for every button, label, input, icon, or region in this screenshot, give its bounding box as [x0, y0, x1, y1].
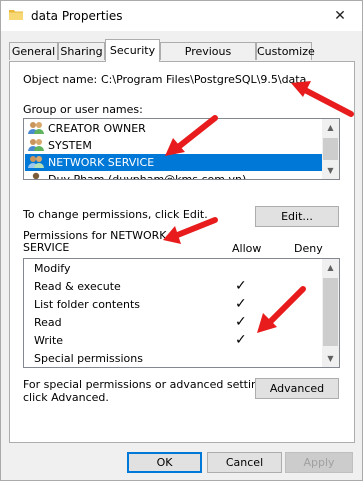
allow-header: Allow [232, 242, 262, 255]
tab-security[interactable]: Security [105, 39, 160, 62]
deny-header: Deny [294, 242, 323, 255]
scroll-down-icon[interactable]: ▼ [322, 162, 339, 179]
list-item-label: SYSTEM [48, 139, 92, 152]
tab-general[interactable]: General [9, 42, 58, 60]
allow-check-icon: ✓ [235, 296, 247, 312]
annotation-arrow-icon [257, 286, 306, 333]
list-item[interactable]: Duy Pham (duypham@kms.com.vn) [25, 171, 323, 180]
apply-button[interactable]: Apply [285, 452, 353, 473]
folder-icon [9, 10, 23, 20]
object-name-value: C:\Program Files\PostgreSQL\9.5\data [101, 73, 307, 86]
cancel-button[interactable]: Cancel [207, 452, 282, 473]
scroll-thumb[interactable] [323, 138, 338, 160]
group-names-label: Group or user names: [23, 103, 143, 116]
tab-customize[interactable]: Customize [256, 42, 315, 60]
permissions-title-2: SERVICE [23, 241, 70, 254]
advanced-hint: For special permissions or advanced sett… [23, 378, 275, 391]
advanced-hint-2: click Advanced. [23, 391, 109, 404]
users-icon [28, 156, 44, 168]
permission-row: List folder contents [34, 298, 140, 311]
group-list-scrollbar[interactable]: ▲ ▼ [322, 119, 339, 179]
permission-row: Special permissions [34, 352, 143, 365]
ok-button[interactable]: OK [127, 452, 202, 473]
object-name-label: Object name: [23, 73, 98, 86]
list-item-label: NETWORK SERVICE [48, 156, 155, 169]
annotation-arrow-icon [165, 115, 218, 156]
scroll-up-icon[interactable]: ▲ [322, 119, 339, 136]
scroll-thumb[interactable] [323, 278, 338, 346]
tab-previous-versions[interactable]: Previous Versions [160, 42, 256, 76]
list-item-label: Duy Pham (duypham@kms.com.vn) [48, 173, 247, 180]
annotation-arrow-icon [163, 217, 218, 244]
advanced-button[interactable]: Advanced [255, 378, 339, 399]
close-button[interactable]: ✕ [318, 1, 362, 31]
scroll-down-icon[interactable]: ▼ [322, 350, 339, 367]
list-item-label: CREATOR OWNER [48, 122, 146, 135]
edit-button[interactable]: Edit... [255, 206, 339, 227]
permission-row: Read & execute [34, 280, 121, 293]
users-icon [28, 122, 44, 134]
window-title: data Properties [31, 9, 123, 23]
tab-sharing[interactable]: Sharing [58, 42, 105, 60]
properties-window: data Properties ✕ General Sharing Securi… [0, 0, 363, 481]
title-bar: data Properties ✕ [1, 1, 362, 31]
user-icon [32, 172, 40, 179]
allow-check-icon: ✓ [235, 278, 247, 294]
users-icon [28, 139, 44, 151]
permissions-scrollbar[interactable]: ▲ ▼ [322, 259, 339, 367]
allow-check-icon: ✓ [235, 314, 247, 330]
allow-check-icon: ✓ [235, 332, 247, 348]
permission-row: Modify [34, 262, 71, 275]
scroll-up-icon[interactable]: ▲ [322, 259, 339, 276]
permission-row: Read [34, 316, 62, 329]
annotation-arrow-icon [291, 81, 354, 117]
permission-row: Write [34, 334, 64, 347]
